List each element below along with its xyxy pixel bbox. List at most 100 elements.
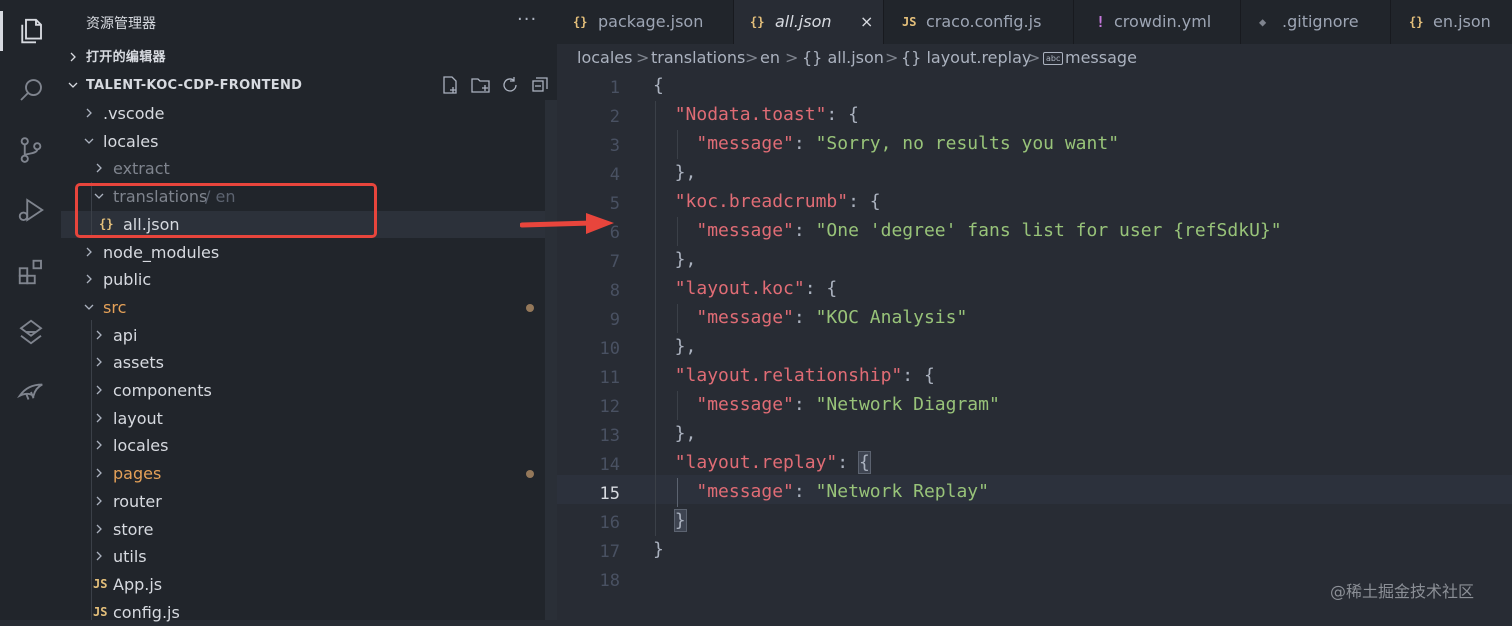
punctuation — [653, 191, 675, 212]
tree-file[interactable]: JS App.js — [61, 571, 545, 598]
breadcrumb-item[interactable]: en — [760, 44, 780, 72]
chevron-down-icon — [83, 294, 97, 321]
tab-en-json[interactable]: {} en.json — [1391, 0, 1512, 44]
tree-folder[interactable]: router — [61, 488, 545, 515]
tab-crowdin-yml[interactable]: ! crowdin.yml — [1074, 0, 1241, 44]
collapse-all-icon[interactable] — [531, 76, 549, 94]
run-debug-icon[interactable] — [0, 182, 61, 238]
breadcrumb-separator: > — [1027, 48, 1041, 67]
tab-craco-config[interactable]: JS craco.config.js — [884, 0, 1074, 44]
code-line[interactable]: "koc.breadcrumb": { — [653, 191, 881, 212]
line-number: 14 — [599, 455, 620, 475]
tree-folder[interactable]: layout — [61, 405, 545, 432]
breadcrumb-item[interactable]: locales — [577, 44, 632, 72]
code-line[interactable]: }, — [653, 162, 697, 183]
json-string: "Network Replay" — [815, 481, 989, 502]
new-file-icon[interactable] — [441, 76, 459, 94]
chevron-right-icon — [93, 460, 107, 487]
more-actions-icon[interactable]: ··· — [517, 9, 537, 30]
punctuation — [653, 365, 675, 386]
tree-folder[interactable]: src — [61, 294, 545, 321]
chevron-right-icon — [83, 100, 97, 127]
close-icon[interactable]: × — [860, 0, 873, 44]
open-editors-section[interactable]: 打开的编辑器 — [61, 44, 545, 71]
sidebar-scrollbar[interactable] — [545, 100, 557, 620]
breadcrumb-item[interactable]: message — [1065, 44, 1137, 72]
line-number: 9 — [609, 310, 620, 330]
bird-icon[interactable] — [0, 364, 61, 420]
code-line[interactable]: "layout.replay": { — [653, 451, 871, 474]
code-line[interactable]: } — [653, 539, 664, 560]
code-line[interactable]: "layout.relationship": { — [653, 365, 935, 386]
tree-item-label: locales — [103, 131, 159, 151]
activity-bar — [0, 0, 61, 620]
code-line[interactable]: "Nodata.toast": { — [653, 104, 859, 125]
chevron-right-icon — [93, 322, 107, 349]
punctuation — [653, 278, 675, 299]
breadcrumb-item[interactable]: {} all.json — [802, 44, 884, 72]
tab-package-json[interactable]: {} package.json — [557, 0, 734, 44]
tree-folder[interactable]: pages — [61, 460, 545, 487]
breadcrumb-separator: > — [636, 48, 650, 67]
line-number: 16 — [599, 513, 620, 533]
tree-folder[interactable]: store — [61, 516, 545, 543]
tree-folder[interactable]: locales — [61, 128, 545, 155]
json-string: "Sorry, no results you want" — [815, 133, 1120, 154]
chevron-right-icon — [93, 377, 107, 404]
code-line[interactable]: "message": "Sorry, no results you want" — [653, 133, 1119, 154]
code-line[interactable]: "message": "Network Replay" — [653, 481, 989, 502]
code-line[interactable]: "message": "Network Diagram" — [653, 394, 999, 415]
punctuation: : — [793, 481, 816, 502]
punctuation — [653, 394, 696, 415]
breadcrumb-item[interactable]: {} layout.replay — [901, 44, 1031, 72]
breadcrumb-item[interactable]: translations — [651, 44, 745, 72]
line-number: 11 — [599, 368, 620, 388]
tree-item-label: src — [103, 297, 127, 317]
chevron-right-icon — [83, 239, 97, 266]
chevron-right-icon — [93, 155, 107, 182]
tree-folder[interactable]: locales — [61, 432, 545, 459]
extensions-icon[interactable] — [0, 244, 61, 300]
remote-icon[interactable] — [0, 304, 61, 360]
tree-folder[interactable]: public — [61, 266, 545, 293]
tree-folder[interactable]: extract — [61, 155, 545, 182]
files-icon[interactable] — [0, 3, 61, 59]
code-line[interactable]: }, — [653, 249, 697, 270]
line-number: 17 — [599, 542, 620, 562]
json-key: "message" — [696, 481, 794, 502]
code-editor[interactable]: 1{2 "Nodata.toast": {3 "message": "Sorry… — [557, 72, 1512, 620]
tree-folder[interactable]: assets — [61, 349, 545, 376]
tree-item-label: api — [113, 325, 138, 345]
tree-folder[interactable]: .vscode — [61, 100, 545, 127]
explorer-title: 资源管理器 — [86, 16, 156, 32]
tree-item-label: config.js — [113, 602, 180, 622]
search-icon[interactable] — [0, 62, 61, 118]
tab-gitignore[interactable]: ◆ .gitignore — [1241, 0, 1391, 44]
tree-item-label: locales — [113, 436, 169, 456]
code-line[interactable]: "message": "KOC Analysis" — [653, 307, 967, 328]
code-line[interactable]: "message": "One 'degree' fans list for u… — [653, 220, 1281, 241]
code-line[interactable]: "layout.koc": { — [653, 278, 838, 299]
source-control-icon[interactable] — [0, 122, 61, 178]
new-folder-icon[interactable] — [471, 76, 491, 94]
refresh-icon[interactable] — [501, 76, 519, 94]
tree-folder[interactable]: node_modules — [61, 239, 545, 266]
code-line[interactable]: }, — [653, 336, 697, 357]
chevron-right-icon — [67, 44, 81, 71]
punctuation: : { — [804, 278, 838, 299]
tree-file[interactable]: JS config.js — [61, 599, 545, 626]
tab-all-json[interactable]: {} all.json × — [734, 0, 884, 44]
punctuation — [653, 510, 675, 531]
tree-folder[interactable]: components — [61, 377, 545, 404]
tree-folder[interactable]: api — [61, 322, 545, 349]
tab-label: craco.config.js — [926, 12, 1042, 31]
punctuation — [653, 307, 696, 328]
line-number: 8 — [609, 281, 620, 301]
code-line[interactable]: }, — [653, 423, 697, 444]
punctuation: : { — [902, 365, 935, 386]
tree-folder[interactable]: utils — [61, 543, 545, 570]
punctuation: : — [793, 307, 816, 328]
modified-dot-icon — [526, 470, 534, 479]
code-line[interactable]: } — [653, 509, 687, 532]
code-line[interactable]: { — [653, 75, 664, 96]
